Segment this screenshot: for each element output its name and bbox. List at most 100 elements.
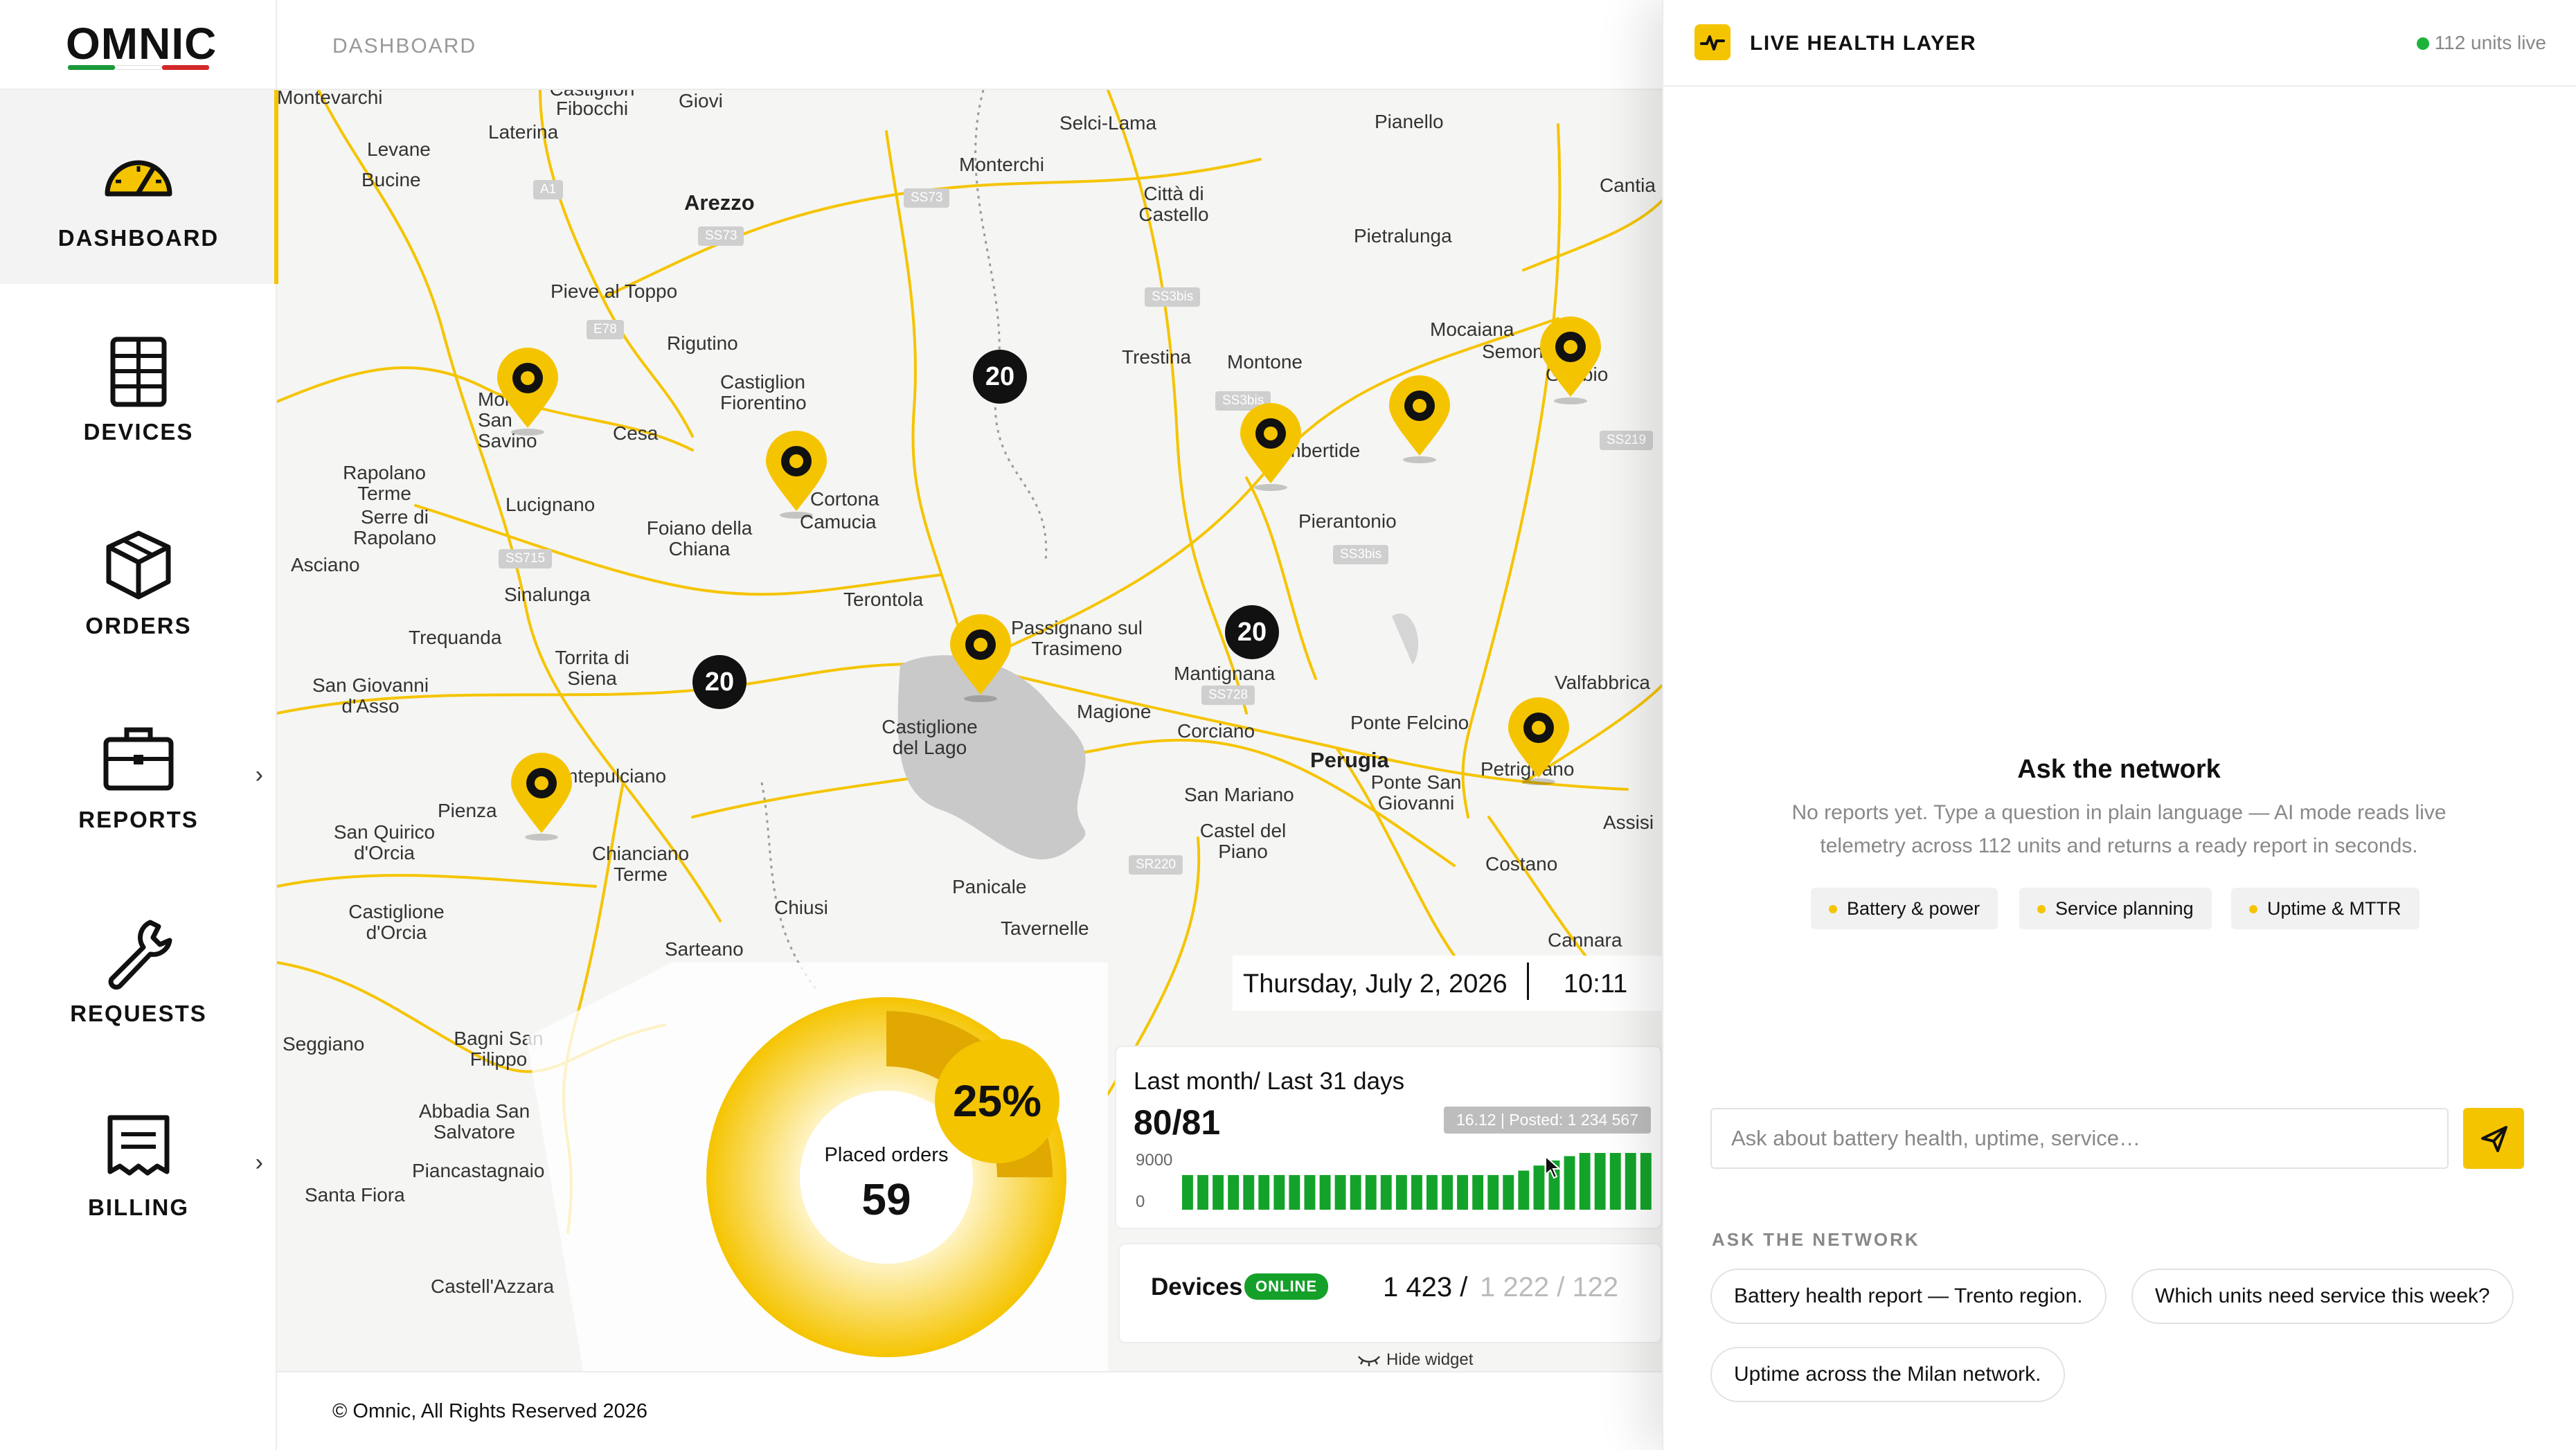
wrench-icon <box>108 920 172 990</box>
chart-bar[interactable] <box>1304 1174 1316 1210</box>
sidebar-item-requests[interactable]: REQUESTS <box>0 866 277 1059</box>
town-label: Chiusi <box>774 897 828 918</box>
map-pin-icon[interactable] <box>1536 315 1605 405</box>
sidebar-item-orders[interactable]: ORDERS <box>0 478 277 672</box>
chart-bar[interactable] <box>1319 1174 1331 1210</box>
town-label: Arezzo <box>684 190 755 215</box>
town-label: Castiglion Fibocchi <box>550 90 635 119</box>
sidebar-item-reports[interactable]: REPORTS › <box>0 672 277 866</box>
sidebar-item-label: BILLING <box>88 1194 189 1220</box>
chart-bar[interactable] <box>1182 1174 1193 1210</box>
breadcrumb[interactable]: DASHBOARD <box>332 35 476 58</box>
ask-input[interactable] <box>1710 1108 2449 1169</box>
donut-label: Placed orders <box>824 1144 949 1166</box>
town-label: Ponte Felcino <box>1350 712 1469 733</box>
current-date: Thursday, July 2, 2026 <box>1243 969 1508 999</box>
send-button[interactable] <box>2463 1108 2524 1169</box>
devices-count-primary: 1 423 / <box>1383 1272 1468 1303</box>
topic-chip-service[interactable]: Service planning <box>2019 888 2212 929</box>
topic-chip-battery[interactable]: Battery & power <box>1811 888 1998 929</box>
sidebar-item-label: REQUESTS <box>70 1001 207 1026</box>
town-label: Corciano <box>1177 720 1255 742</box>
chart-bar[interactable] <box>1487 1174 1499 1210</box>
chart-bar[interactable] <box>1365 1174 1377 1210</box>
chart-bar[interactable] <box>1380 1174 1392 1210</box>
current-time: 10:11 <box>1564 969 1628 999</box>
chart-tooltip: 16.12 | Posted: 1 234 567 <box>1444 1107 1652 1134</box>
chart-bar[interactable] <box>1564 1156 1575 1210</box>
donut-percent: 25% <box>935 1039 1059 1163</box>
sidebar-item-devices[interactable]: DEVICES <box>0 284 277 478</box>
suggestion-button[interactable]: Uptime across the Milan network. <box>1710 1347 2065 1402</box>
map-cluster[interactable]: 20 <box>973 350 1027 404</box>
chip-label: Battery & power <box>1847 898 1980 919</box>
pulse-icon <box>1694 24 1730 60</box>
chart-bar[interactable] <box>1625 1153 1636 1210</box>
sidebar-item-dashboard[interactable]: DASHBOARD <box>0 90 278 284</box>
chart-bar[interactable] <box>1457 1174 1468 1210</box>
map-pin-icon[interactable] <box>946 613 1015 703</box>
chart-bar[interactable] <box>1411 1174 1422 1210</box>
town-label: Sarteano <box>665 938 744 960</box>
suggestion-button[interactable]: Which units need service this week? <box>2131 1269 2514 1324</box>
map-cluster[interactable]: 20 <box>692 655 746 709</box>
chevron-right-icon[interactable]: › <box>256 762 263 789</box>
town-label: Valfabbrica <box>1555 672 1651 693</box>
sidebar-item-label: REPORTS <box>78 807 199 832</box>
town-label: Ponte San Giovanni <box>1370 771 1462 814</box>
hide-widget-button[interactable]: Hide widget <box>1357 1350 1473 1370</box>
map-cluster[interactable]: 20 <box>1225 605 1279 659</box>
chart-bar[interactable] <box>1213 1174 1224 1210</box>
map-pin-icon[interactable] <box>493 346 562 436</box>
town-label: San Quirico d'Orcia <box>333 821 436 863</box>
map-pin-icon[interactable] <box>1385 374 1454 464</box>
eye-closed-icon <box>1358 1356 1380 1366</box>
map-pin-icon[interactable] <box>762 429 831 519</box>
road-shield: SS219 <box>1600 431 1654 450</box>
chart-bar[interactable] <box>1442 1174 1453 1210</box>
topic-chip-uptime[interactable]: Uptime & MTTR <box>2231 888 2420 929</box>
chart-bar[interactable] <box>1426 1174 1438 1210</box>
orders-bar-chart[interactable] <box>1182 1147 1663 1213</box>
chart-bar[interactable] <box>1395 1174 1407 1210</box>
chart-bar[interactable] <box>1533 1165 1545 1210</box>
town-label: Chianciano Terme <box>591 843 690 885</box>
chevron-right-icon[interactable]: › <box>256 1149 263 1176</box>
suggestion-button[interactable]: Battery health report — Trento region. <box>1710 1269 2107 1324</box>
top-bar: DASHBOARD <box>277 0 1662 90</box>
town-label: Piancastagnaio <box>412 1160 545 1181</box>
map-pin-icon[interactable] <box>1504 696 1573 786</box>
hide-widget-label: Hide widget <box>1386 1350 1474 1369</box>
chart-bar[interactable] <box>1640 1153 1652 1210</box>
sidebar-item-billing[interactable]: BILLING › <box>0 1059 277 1253</box>
chart-bar[interactable] <box>1273 1174 1285 1210</box>
chart-bar[interactable] <box>1243 1174 1255 1210</box>
chart-bar[interactable] <box>1289 1174 1300 1210</box>
map-pin-icon[interactable] <box>1236 402 1305 492</box>
chart-bar[interactable] <box>1579 1153 1591 1210</box>
box-icon <box>106 530 171 600</box>
chart-bar[interactable] <box>1594 1153 1606 1210</box>
chip-dot-icon <box>1829 905 1837 913</box>
devices-card[interactable]: Devices ONLINE 1 423 / 1 222 / 122 <box>1118 1243 1662 1343</box>
chart-bar[interactable] <box>1258 1174 1270 1210</box>
town-label: Selci-Lama <box>1059 112 1157 134</box>
live-status: 112 units live <box>2416 32 2546 54</box>
map-pin-icon[interactable] <box>507 751 576 841</box>
chart-bar[interactable] <box>1197 1174 1208 1210</box>
brand-logo[interactable]: OMNIC <box>0 0 277 90</box>
chart-bar[interactable] <box>1228 1174 1240 1210</box>
chart-bar[interactable] <box>1334 1174 1346 1210</box>
town-label: Cantia <box>1600 174 1656 196</box>
chart-bar[interactable] <box>1609 1153 1621 1210</box>
town-label: Sinalunga <box>504 584 591 605</box>
town-label: Mocaiana <box>1430 319 1514 340</box>
chart-bar[interactable] <box>1518 1170 1530 1210</box>
chart-bar[interactable] <box>1503 1174 1514 1210</box>
town-label: Pienza <box>438 800 497 821</box>
chart-bar[interactable] <box>1350 1174 1361 1210</box>
town-label: Perugia <box>1310 748 1389 772</box>
town-label: Pietralunga <box>1354 225 1452 247</box>
chip-dot-icon <box>2249 905 2257 913</box>
chart-bar[interactable] <box>1472 1174 1484 1210</box>
